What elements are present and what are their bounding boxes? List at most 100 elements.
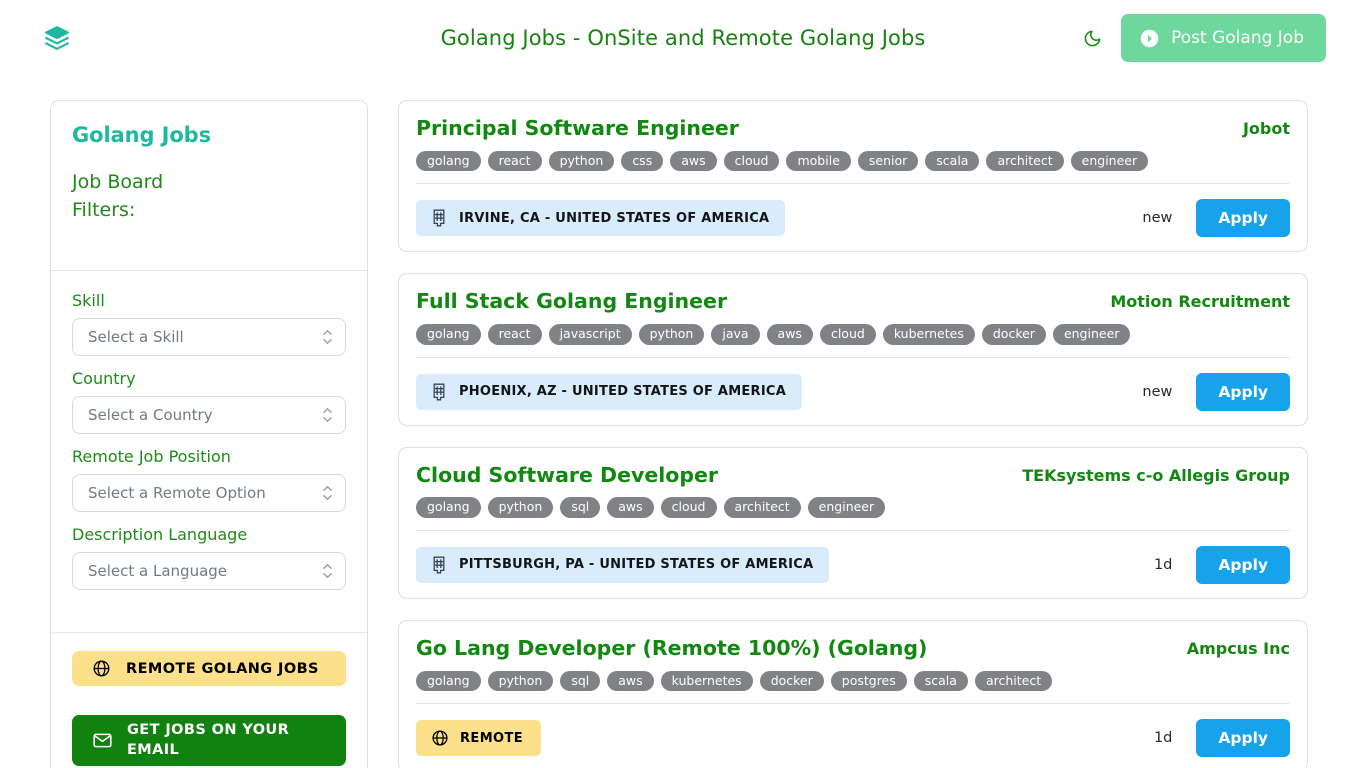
job-card[interactable]: Principal Software Engineer Jobot golang… bbox=[398, 100, 1308, 253]
chevron-updown-icon bbox=[323, 330, 332, 345]
chevron-updown-icon bbox=[323, 564, 332, 579]
job-tag[interactable]: cloud bbox=[819, 323, 876, 345]
job-remote-badge[interactable]: REMOTE bbox=[416, 720, 542, 757]
job-tag[interactable]: docker bbox=[759, 670, 824, 692]
job-location-badge[interactable]: PITTSBURGH, PA - UNITED STATES OF AMERIC… bbox=[416, 546, 830, 583]
job-company: Ampcus Inc bbox=[1186, 638, 1290, 658]
job-tag[interactable]: architect bbox=[986, 150, 1064, 172]
post-golang-job-button[interactable]: Post Golang Job bbox=[1121, 14, 1326, 62]
moon-icon bbox=[1083, 29, 1102, 48]
job-tag[interactable]: golang bbox=[416, 497, 481, 518]
post-golang-job-label: Post Golang Job bbox=[1171, 27, 1304, 48]
job-tag[interactable]: golang bbox=[416, 323, 481, 345]
skill-select-value: Select a Skill bbox=[88, 328, 184, 347]
job-tag[interactable]: python bbox=[487, 670, 554, 692]
arrow-right-circle-icon bbox=[1139, 28, 1160, 49]
job-title[interactable]: Go Lang Developer (Remote 100%) (Golang) bbox=[416, 636, 927, 661]
job-tag[interactable]: architect bbox=[723, 497, 801, 518]
job-tag[interactable]: cloud bbox=[723, 150, 780, 172]
apply-button[interactable]: Apply bbox=[1196, 545, 1290, 584]
filter-controls: Skill Select a Skill Country Select a Co… bbox=[51, 271, 367, 610]
job-tag[interactable]: python bbox=[638, 323, 705, 345]
country-select[interactable]: Select a Country bbox=[72, 396, 346, 435]
job-tag[interactable]: react bbox=[487, 323, 542, 345]
job-card[interactable]: Cloud Software Developer TEKsystems c-o … bbox=[398, 446, 1308, 599]
job-age: 1d bbox=[1153, 556, 1173, 573]
apply-button[interactable]: Apply bbox=[1196, 199, 1290, 238]
job-tag[interactable]: mobile bbox=[786, 150, 851, 172]
apply-button[interactable]: Apply bbox=[1196, 372, 1290, 411]
job-tag[interactable]: python bbox=[487, 497, 554, 518]
job-tag[interactable]: python bbox=[548, 150, 615, 172]
job-location-badge[interactable]: PHOENIX, AZ - UNITED STATES OF AMERICA bbox=[416, 373, 803, 410]
job-tag[interactable]: sql bbox=[560, 670, 601, 692]
job-tags: golang react python css aws cloud mobile… bbox=[416, 150, 1290, 172]
filter-group-country: Country Select a Country bbox=[72, 369, 346, 435]
page-body: Golang Jobs Job Board Filters: Skill Sel… bbox=[0, 76, 1366, 768]
job-title[interactable]: Cloud Software Developer bbox=[416, 463, 718, 488]
filter-group-language: Description Language Select a Language bbox=[72, 525, 346, 591]
job-tag[interactable]: golang bbox=[416, 670, 481, 692]
job-card-actions: 1d Apply bbox=[1153, 545, 1290, 584]
job-tag[interactable]: aws bbox=[766, 323, 813, 345]
job-tag[interactable]: cloud bbox=[660, 497, 717, 518]
header-actions: Post Golang Job bbox=[1079, 14, 1326, 62]
job-location-text: REMOTE bbox=[460, 730, 524, 746]
apply-button[interactable]: Apply bbox=[1196, 719, 1290, 758]
job-tag[interactable]: java bbox=[711, 323, 760, 345]
job-card-footer: REMOTE 1d Apply bbox=[416, 719, 1290, 758]
job-tag[interactable]: scala bbox=[913, 670, 968, 692]
job-tag[interactable]: docker bbox=[981, 323, 1046, 345]
job-title[interactable]: Full Stack Golang Engineer bbox=[416, 290, 727, 314]
building-icon bbox=[431, 556, 447, 574]
remote-option-select[interactable]: Select a Remote Option bbox=[72, 474, 346, 513]
job-card-divider bbox=[416, 356, 1290, 358]
job-tag[interactable]: aws bbox=[607, 497, 654, 518]
sidebar-cta-zone: REMOTE GOLANG JOBS GET JOBS ON YOUR EMAI… bbox=[51, 633, 367, 768]
job-card[interactable]: Go Lang Developer (Remote 100%) (Golang)… bbox=[398, 619, 1308, 768]
building-icon bbox=[431, 209, 447, 227]
job-tag[interactable]: aws bbox=[607, 670, 654, 692]
building-icon bbox=[431, 383, 447, 401]
job-tag[interactable]: kubernetes bbox=[660, 670, 753, 692]
job-tag[interactable]: scala bbox=[925, 150, 980, 172]
job-card-footer: PITTSBURGH, PA - UNITED STATES OF AMERIC… bbox=[416, 545, 1290, 584]
job-tag[interactable]: architect bbox=[974, 670, 1053, 692]
job-tag[interactable]: kubernetes bbox=[882, 323, 975, 345]
job-tag[interactable]: postgres bbox=[830, 670, 907, 692]
sidebar-subtitle-line1: Job Board bbox=[72, 171, 164, 193]
globe-icon bbox=[92, 659, 111, 678]
job-tag[interactable]: react bbox=[487, 150, 542, 172]
job-tags: golang python sql aws kubernetes docker … bbox=[416, 670, 1290, 692]
job-tag[interactable]: senior bbox=[857, 150, 919, 172]
job-tag[interactable]: golang bbox=[416, 150, 481, 172]
job-tag[interactable]: javascript bbox=[548, 323, 632, 345]
filter-label-remote: Remote Job Position bbox=[72, 447, 231, 467]
get-jobs-email-button[interactable]: GET JOBS ON YOUR EMAIL bbox=[72, 715, 346, 767]
dark-mode-toggle[interactable] bbox=[1079, 25, 1105, 51]
job-tag[interactable]: css bbox=[621, 150, 664, 172]
layers-stack-icon bbox=[44, 25, 70, 51]
job-tag[interactable]: engineer bbox=[1070, 150, 1149, 172]
language-select-value: Select a Language bbox=[88, 562, 228, 581]
sidebar: Golang Jobs Job Board Filters: Skill Sel… bbox=[50, 100, 368, 768]
job-company: Motion Recruitment bbox=[1110, 292, 1290, 312]
job-tag[interactable]: engineer bbox=[1052, 323, 1131, 345]
skill-select[interactable]: Select a Skill bbox=[72, 318, 346, 357]
job-location-badge[interactable]: IRVINE, CA - UNITED STATES OF AMERICA bbox=[416, 200, 786, 237]
job-tag[interactable]: engineer bbox=[807, 497, 886, 518]
job-card[interactable]: Full Stack Golang Engineer Motion Recrui… bbox=[398, 273, 1308, 426]
job-card-divider bbox=[416, 529, 1290, 531]
sidebar-brand: Golang Jobs bbox=[72, 123, 211, 147]
job-tag[interactable]: aws bbox=[670, 150, 717, 172]
logo[interactable] bbox=[40, 25, 80, 51]
filter-label-country: Country bbox=[72, 369, 136, 389]
job-card-actions: new Apply bbox=[1142, 199, 1290, 238]
sidebar-header: Golang Jobs Job Board Filters: bbox=[51, 101, 367, 248]
job-age: new bbox=[1142, 383, 1173, 400]
remote-golang-jobs-button[interactable]: REMOTE GOLANG JOBS bbox=[72, 651, 346, 687]
language-select[interactable]: Select a Language bbox=[72, 552, 346, 591]
job-title[interactable]: Principal Software Engineer bbox=[416, 116, 739, 141]
job-tag[interactable]: sql bbox=[560, 497, 601, 518]
job-tags: golang react javascript python java aws … bbox=[416, 323, 1290, 345]
